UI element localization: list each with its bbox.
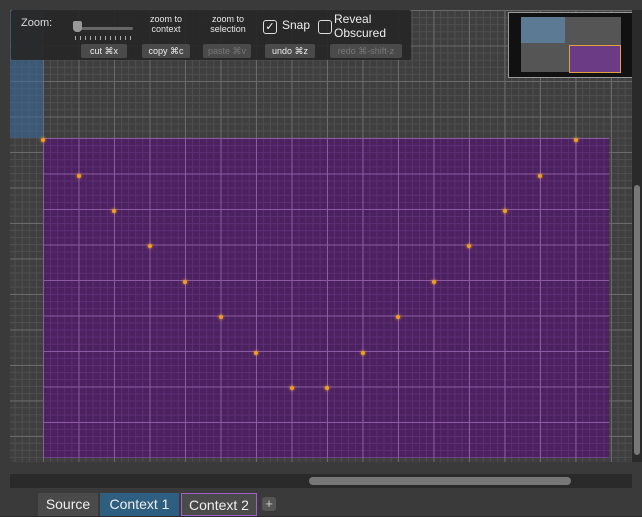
minimap-source-region	[521, 17, 565, 43]
vertical-scrollbar[interactable]	[632, 10, 642, 462]
tab-context-1[interactable]: Context 1	[100, 493, 179, 516]
snap-label: Snap	[282, 18, 311, 32]
plus-icon[interactable]: +	[262, 497, 276, 511]
zoom-to-context-button[interactable]: zoom to context	[143, 14, 189, 34]
vertical-scroll-thumb[interactable]	[634, 185, 640, 455]
zoom-to-selection-button[interactable]: zoom to selection	[203, 14, 253, 34]
redo-button[interactable]: redo ⌘-shift-z	[330, 44, 402, 58]
toolbar: Zoom: zoom to context zoom to selection …	[11, 10, 411, 60]
undo-button[interactable]: undo ⌘z	[265, 44, 315, 58]
minimap-context-region	[569, 45, 621, 73]
zoom-slider-track[interactable]	[73, 27, 133, 30]
tab-context-2[interactable]: Context 2	[181, 493, 257, 516]
tab-bar: Source Context 1 Context 2 +	[0, 493, 642, 516]
snap-checkbox[interactable]: ✓	[263, 20, 277, 34]
zoom-slider-ticks	[75, 36, 133, 40]
tab-source[interactable]: Source	[38, 493, 98, 516]
cut-button[interactable]: cut ⌘x	[81, 44, 127, 58]
reveal-obscured-label: Reveal Obscured	[334, 12, 387, 40]
reveal-obscured-checkbox[interactable]	[318, 20, 332, 34]
copy-button[interactable]: copy ⌘c	[142, 44, 190, 58]
checkmark-icon: ✓	[265, 21, 275, 33]
horizontal-scrollbar[interactable]	[10, 474, 632, 488]
horizontal-scroll-thumb[interactable]	[309, 477, 571, 485]
minimap[interactable]	[508, 12, 634, 78]
paste-button[interactable]: paste ⌘v	[203, 44, 251, 58]
editor-window: Zoom: zoom to context zoom to selection …	[0, 0, 642, 516]
context-region[interactable]	[43, 138, 609, 458]
zoom-label: Zoom:	[21, 17, 53, 29]
zoom-slider-thumb[interactable]	[73, 21, 82, 32]
